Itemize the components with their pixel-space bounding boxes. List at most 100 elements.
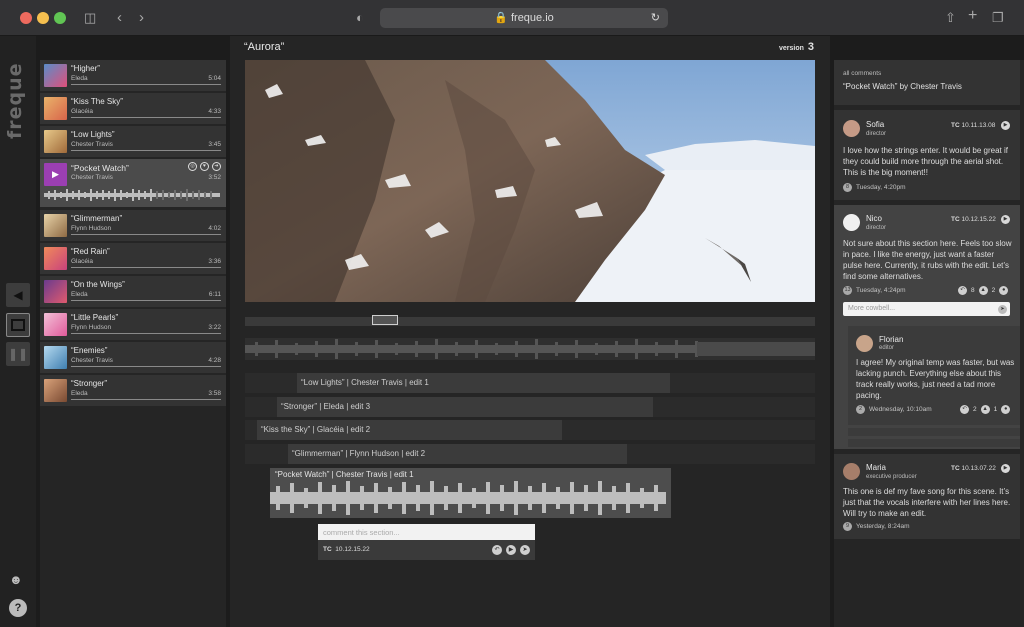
comment-meta: 8 Tuesday, 4:20pm (843, 183, 906, 192)
address-bar[interactable]: 🔒 freque.io ↻ (380, 8, 668, 28)
comment-card[interactable]: Sofia director TC 10.11.13.08 ▶ I love h… (834, 110, 1020, 200)
track-artist: Chester Travis (71, 174, 113, 181)
edit-clip[interactable]: “Glimmerman” | Flynn Hudson | edit 2 (288, 444, 627, 464)
comment-meta: 13 Tuesday, 4:24pm (843, 286, 906, 295)
comment-role: editor (879, 345, 895, 351)
collapse-left-button[interactable]: ◀ (6, 283, 30, 307)
track-item[interactable]: “Higher” Eleda 5:04 (40, 60, 226, 91)
track-duration: 3:45 (208, 141, 221, 148)
track-item[interactable]: “Kiss The Sky” Glacéia 4:33 (40, 93, 226, 124)
track-progress-line (71, 150, 221, 151)
comments-subject: “Pocket Watch” by Chester Travis (843, 82, 962, 91)
send-icon[interactable]: ➤ (998, 305, 1007, 314)
track-item[interactable]: “Glimmerman” Flynn Hudson 4:02 (40, 210, 226, 241)
track-item[interactable]: “Red Rain” Glacéia 3:36 (40, 243, 226, 274)
track-item[interactable]: “On the Wings” Eleda 6:11 (40, 276, 226, 307)
track-duration: 3:22 (208, 324, 221, 331)
edit-clip[interactable]: “Stronger” | Eleda | edit 3 (277, 397, 653, 417)
chat-icon[interactable]: ● (999, 286, 1009, 295)
track-title: “Higher” (71, 64, 100, 73)
waveform-view-button[interactable]: ❚❚ (6, 342, 30, 366)
play-icon[interactable]: ▶ (44, 163, 67, 186)
reply-card[interactable]: Florian editor I agree! My original temp… (848, 326, 1020, 425)
track-artist: Glacéia (71, 258, 94, 265)
version-label: version (779, 45, 804, 52)
comment-meta: 9 Yesterday, 8:24am (843, 522, 909, 531)
edit-clip-selected[interactable]: “Pocket Watch” | Chester Travis | edit 1 (270, 468, 671, 518)
track-artist: Chester Travis (71, 357, 113, 364)
minimize-window-button[interactable] (37, 12, 49, 24)
reply-input[interactable]: More cowbell... (843, 302, 1010, 316)
thumbs-up-icon[interactable]: ▲ (980, 405, 990, 414)
avatar (843, 214, 860, 231)
play-icon[interactable]: ▶ (1001, 464, 1010, 473)
track-item[interactable]: “Enemies” Chester Travis 4:28 (40, 342, 226, 373)
share-icon[interactable]: ⇧ (945, 9, 956, 27)
app-rail: freque ◀ ❚❚ ☻ ? (0, 36, 36, 627)
forward-icon[interactable]: › (139, 9, 144, 27)
main-panel: “Aurora” version 3 “Low Lights” | Cheste… (230, 36, 830, 627)
chat-icon[interactable]: ● (1001, 405, 1011, 414)
reply-stub (848, 439, 1020, 447)
version-indicator[interactable]: version 3 (779, 41, 814, 53)
edit-clip[interactable]: “Kiss the Sky” | Glacéia | edit 2 (257, 420, 562, 440)
reply-icon[interactable]: ↶ (960, 405, 969, 414)
version-number: 3 (807, 41, 814, 53)
privacy-shield-icon[interactable]: ◐ (356, 9, 364, 27)
comment-card-active[interactable]: Nico director TC 10.12.15.22 ▶ Not sure … (834, 205, 1020, 449)
user-avatar-icon[interactable]: ☻ (9, 572, 27, 590)
send-icon[interactable]: ➤ (520, 545, 530, 555)
track-item[interactable]: “Low Lights” Chester Travis 3:45 (40, 126, 226, 157)
play-icon[interactable]: ▶ (1001, 215, 1010, 224)
close-window-button[interactable] (20, 12, 32, 24)
reply-count: 1 (993, 406, 998, 413)
avatar (843, 463, 860, 480)
comment-card[interactable]: Maria executive producer TC 10.13.07.22 … (834, 454, 1020, 539)
avatar (856, 335, 873, 352)
new-tab-icon[interactable]: + (968, 7, 977, 25)
back-icon[interactable]: ‹ (117, 9, 122, 27)
playhead-handle[interactable] (372, 315, 398, 325)
thumbs-up-icon[interactable]: ▲ (978, 286, 988, 295)
arrow-right-icon[interactable]: ➜ (212, 162, 221, 171)
timeline-scrubber[interactable] (245, 315, 815, 326)
freque-logo: freque (4, 62, 26, 140)
track-item[interactable]: “Little Pearls” Flynn Hudson 3:22 (40, 309, 226, 340)
track-item-selected[interactable]: ▶ “Pocket Watch” Chester Travis 3:52 ◎ ♥… (40, 159, 226, 207)
undo-icon[interactable]: ↶ (492, 545, 502, 555)
edit-clip[interactable]: “Low Lights” | Chester Travis | edit 1 (297, 373, 670, 393)
comment-count-badge: 9 (843, 522, 852, 531)
comment-reactions: ↶ 2 ▲ 1 ● (960, 405, 1011, 414)
reload-icon[interactable]: ↻ (651, 8, 660, 28)
master-waveform[interactable] (245, 338, 815, 360)
target-icon[interactable]: ◎ (188, 162, 197, 171)
section-comment-input[interactable]: comment this section... (318, 524, 535, 540)
track-progress-line (71, 300, 221, 301)
track-title: “Glimmerman” (71, 214, 123, 223)
url-text: freque.io (510, 12, 554, 24)
track-thumbnail (44, 64, 67, 87)
track-duration: 4:02 (208, 225, 221, 232)
help-icon[interactable]: ? (9, 599, 27, 617)
play-icon[interactable]: ▶ (506, 545, 516, 555)
track-list: “Higher” Eleda 5:04 “Kiss The Sky” Glacé… (40, 60, 226, 627)
track-artist: Eleda (71, 291, 88, 298)
heart-icon[interactable]: ♥ (200, 162, 209, 171)
comments-panel: all comments “Pocket Watch” by Chester T… (834, 60, 1024, 627)
timecode-value: 10.12.15.22 (961, 216, 996, 223)
frame-view-button[interactable] (6, 313, 30, 337)
track-thumbnail (44, 313, 67, 336)
track-item[interactable]: “Stronger” Eleda 3:58 (40, 375, 226, 406)
comment-meta: 2 Wednesday, 10:10am (856, 405, 932, 414)
track-waveform[interactable] (44, 188, 220, 202)
tabs-overview-icon[interactable]: ❐ (992, 9, 1004, 27)
track-artist: Chester Travis (71, 141, 113, 148)
timecode-value: 10.13.07.22 (961, 465, 996, 472)
zoom-window-button[interactable] (54, 12, 66, 24)
comment-timecode: TC 10.12.15.22 (951, 216, 996, 223)
play-icon[interactable]: ▶ (1001, 121, 1010, 130)
sidebar-toggle-icon[interactable]: ◫ (84, 9, 96, 27)
video-player[interactable] (245, 60, 815, 302)
reply-icon[interactable]: ↶ (958, 286, 967, 295)
comment-timecode: TC 10.13.07.22 (951, 465, 996, 472)
